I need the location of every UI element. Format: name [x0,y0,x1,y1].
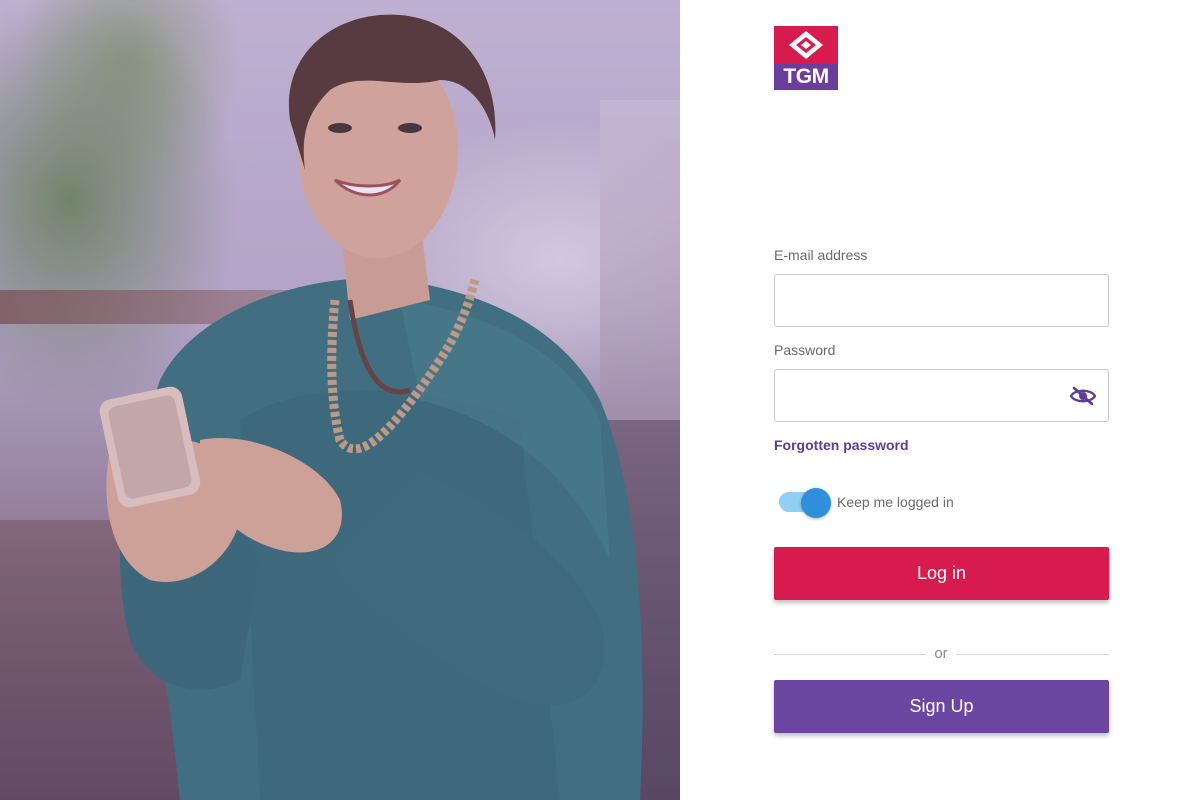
email-label: E-mail address [774,247,868,263]
signup-button[interactable]: Sign Up [774,680,1109,733]
divider-or: or [934,645,948,662]
tgm-logo: TGM [774,26,838,90]
forgot-password-link[interactable]: Forgotten password [774,437,909,453]
keep-logged-in-toggle[interactable] [779,488,831,518]
logo-emblem [774,26,838,64]
hero-image [0,0,680,800]
password-label: Password [774,342,836,358]
hero-color-overlay [0,0,680,800]
toggle-knob [801,488,831,518]
diamond-emblem-icon [789,31,823,59]
login-button[interactable]: Log in [774,547,1109,600]
keep-logged-in-label: Keep me logged in [837,494,954,510]
password-field[interactable] [774,369,1109,422]
logo-text: TGM [774,64,838,90]
eye-slash-icon[interactable] [1068,382,1098,410]
email-field[interactable] [774,274,1109,327]
divider-line-right [956,654,1109,655]
divider-line-left [774,654,926,655]
